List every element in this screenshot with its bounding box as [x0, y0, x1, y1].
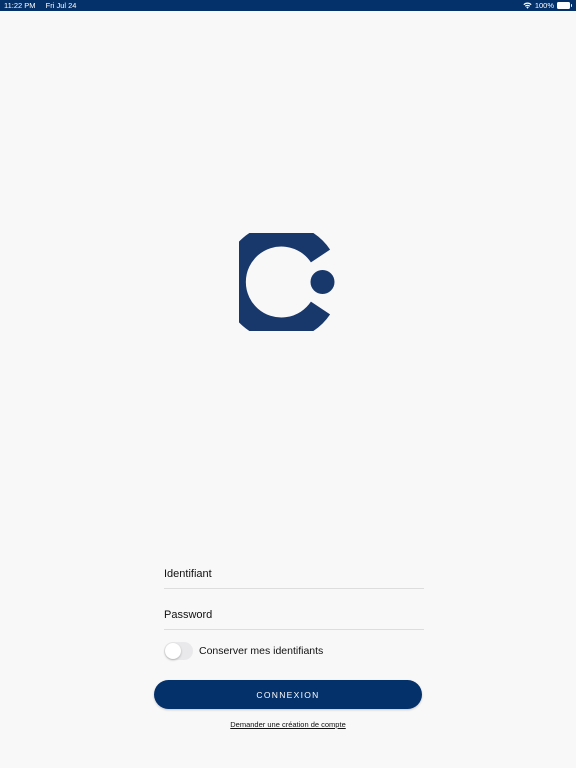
- login-form: [164, 562, 424, 644]
- status-left: 11:22 PM Fri Jul 24: [4, 0, 84, 11]
- status-date: Fri Jul 24: [45, 1, 77, 10]
- request-account-link[interactable]: Demander une création de compte: [230, 720, 346, 729]
- battery-percentage: 100%: [534, 1, 554, 10]
- identifier-field-wrapper: [164, 562, 424, 589]
- battery-icon: [557, 2, 572, 9]
- remember-label: Conserver mes identifiants: [199, 645, 324, 657]
- toggle-knob: [165, 643, 181, 659]
- password-field-wrapper: [164, 603, 424, 630]
- status-right: 100%: [523, 0, 572, 11]
- password-input[interactable]: [164, 609, 424, 621]
- remember-row: Conserver mes identifiants: [164, 642, 323, 660]
- status-time: 11:22 PM: [4, 1, 36, 10]
- status-bar: 11:22 PM Fri Jul 24 100%: [0, 0, 576, 11]
- remember-toggle[interactable]: [164, 642, 193, 660]
- wifi-icon: [523, 2, 532, 9]
- identifier-input[interactable]: [164, 568, 424, 580]
- login-screen: 11:22 PM Fri Jul 24 100% Cons: [0, 0, 576, 768]
- login-button[interactable]: CONNEXION: [154, 680, 422, 709]
- brand-logo-icon: [239, 233, 335, 331]
- request-account-row: Demander une création de compte: [0, 720, 576, 729]
